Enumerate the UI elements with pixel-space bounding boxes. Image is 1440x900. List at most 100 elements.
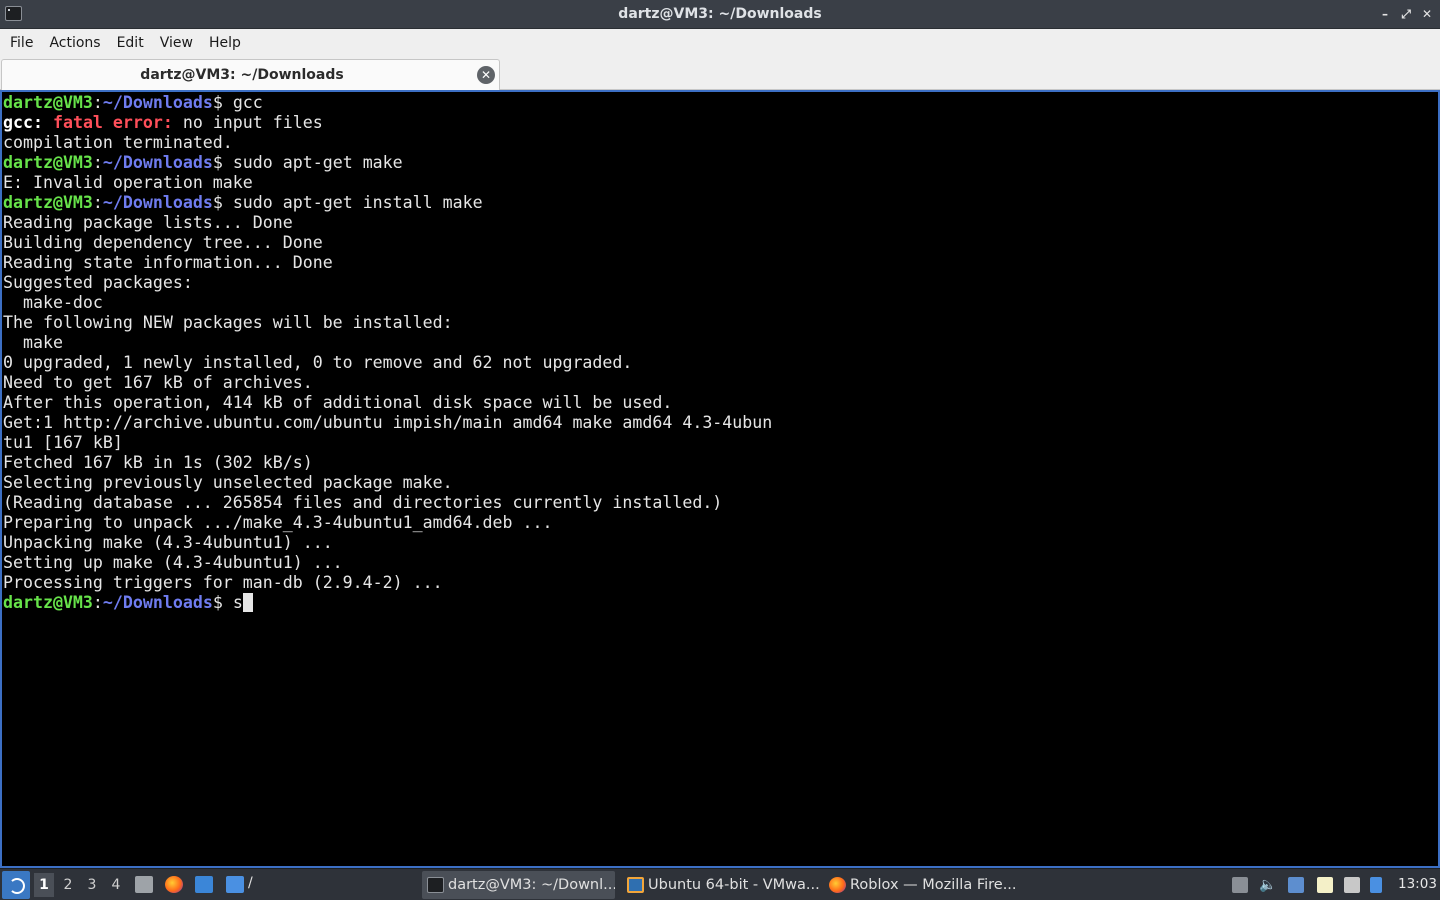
terminal-line: (Reading database ... 265854 files and d… <box>3 493 1438 513</box>
tray-arrow-icon[interactable] <box>1232 877 1248 893</box>
terminal-line: make <box>3 333 1438 353</box>
prompt-path: ~/Downloads <box>102 93 213 112</box>
maximize-button[interactable]: ⤢ <box>1398 6 1414 22</box>
output-text: Suggested packages: <box>3 273 193 292</box>
terminal-line: tu1 [167 kB] <box>3 433 1438 453</box>
menu-edit[interactable]: Edit <box>109 29 152 57</box>
terminal-output[interactable]: dartz@VM3:~/Downloads$ gcc gcc: fatal err… <box>0 90 1440 868</box>
error-message: no input files <box>172 113 323 132</box>
task-label: Ubuntu 64-bit - VMwa... <box>648 877 820 893</box>
prompt-path: ~/Downloads <box>102 153 213 172</box>
output-text: 0 upgraded, 1 newly installed, 0 to remo… <box>3 353 633 372</box>
output-text: Processing triggers for man-db (2.9.4-2)… <box>3 573 443 592</box>
menu-help[interactable]: Help <box>201 29 249 57</box>
task-firefox[interactable]: Roblox — Mozilla Fire... <box>824 871 1024 899</box>
output-text: Reading package lists... Done <box>3 213 293 232</box>
task-terminal[interactable]: dartz@VM3: ~/Downl... <box>422 871 615 899</box>
terminal-line: Processing triggers for man-db (2.9.4-2)… <box>3 573 1438 593</box>
command-text: sudo apt-get install make <box>222 193 483 212</box>
menu-actions[interactable]: Actions <box>41 29 108 57</box>
workspace-1[interactable]: 1 <box>34 873 54 897</box>
terminal-line: Building dependency tree... Done <box>3 233 1438 253</box>
output-text: make <box>3 333 63 352</box>
workspace-2[interactable]: 2 <box>58 873 78 897</box>
output-text: Need to get 167 kB of archives. <box>3 373 313 392</box>
window-titlebar[interactable]: dartz@VM3: ~/Downloads – ⤢ ✕ <box>0 0 1440 29</box>
output-text: E: Invalid operation make <box>3 173 253 192</box>
output-text: (Reading database ... 265854 files and d… <box>3 493 723 512</box>
output-text: Selecting previously unselected package … <box>3 473 453 492</box>
vmware-icon <box>627 877 644 893</box>
prompt-separator: : <box>92 193 103 212</box>
volume-icon[interactable]: 🔈 <box>1259 877 1276 893</box>
output-text: Building dependency tree... Done <box>3 233 323 252</box>
clock[interactable]: 13:03 <box>1398 876 1437 892</box>
terminal-line: dartz@VM3:~/Downloads$ s <box>3 593 1438 613</box>
display-icon[interactable] <box>1344 877 1360 893</box>
error-source: gcc: <box>3 113 43 132</box>
error-label: fatal error: <box>52 113 173 132</box>
window-title: dartz@VM3: ~/Downloads <box>618 6 822 22</box>
prompt-user-host: dartz@VM3 <box>3 153 93 172</box>
terminal-line: Preparing to unpack .../make_4.3-4ubuntu… <box>3 513 1438 533</box>
terminal-line: Reading package lists... Done <box>3 213 1438 233</box>
firefox-icon <box>829 877 846 893</box>
clipboard-icon[interactable] <box>1317 877 1333 893</box>
close-button[interactable]: ✕ <box>1419 6 1435 22</box>
output-text: Setting up make (4.3-4ubuntu1) ... <box>3 553 343 572</box>
workspace-3[interactable]: 3 <box>82 873 102 897</box>
terminal-line: dartz@VM3:~/Downloads$ gcc <box>3 93 1438 113</box>
terminal-line: The following NEW packages will be insta… <box>3 313 1438 333</box>
prompt-path: ~/Downloads <box>102 593 213 612</box>
terminal-line: gcc: fatal error: no input files <box>3 113 1438 133</box>
folder-path-label[interactable]: / <box>248 875 253 891</box>
terminal-line: Fetched 167 kB in 1s (302 kB/s) <box>3 453 1438 473</box>
cursor <box>242 593 253 612</box>
tab-bar: dartz@VM3: ~/Downloads ✕ <box>0 57 1440 90</box>
task-vmware[interactable]: Ubuntu 64-bit - VMwa... <box>622 871 820 899</box>
workspace-4[interactable]: 4 <box>106 873 126 897</box>
prompt-separator: : <box>92 93 103 112</box>
output-text: The following NEW packages will be insta… <box>3 313 453 332</box>
minimize-button[interactable]: – <box>1377 6 1393 22</box>
terminal-line: compilation terminated. <box>3 133 1438 153</box>
prompt-symbol: $ <box>212 193 223 212</box>
terminal-line: E: Invalid operation make <box>3 173 1438 193</box>
command-text: s <box>222 593 243 612</box>
prompt-user-host: dartz@VM3 <box>3 93 93 112</box>
output-text: tu1 [167 kB] <box>3 433 123 452</box>
menu-view[interactable]: View <box>152 29 201 57</box>
file-manager-icon[interactable] <box>135 876 153 893</box>
terminal-line: Suggested packages: <box>3 273 1438 293</box>
output-text: After this operation, 414 kB of addition… <box>3 393 673 412</box>
folder-icon[interactable] <box>226 876 244 893</box>
taskbar: 1 2 3 4 / dartz@VM3: ~/Downl... Ubuntu 6… <box>0 868 1440 900</box>
task-label: dartz@VM3: ~/Downl... <box>448 877 615 893</box>
output-text: compilation terminated. <box>3 133 233 152</box>
firefox-launcher-icon[interactable] <box>165 876 183 893</box>
tab-close-icon[interactable]: ✕ <box>477 66 495 84</box>
terminal-line: 0 upgraded, 1 newly installed, 0 to remo… <box>3 353 1438 373</box>
command-text: gcc <box>222 93 263 112</box>
prompt-symbol: $ <box>212 153 223 172</box>
prompt-user-host: dartz@VM3 <box>3 593 93 612</box>
output-text: Preparing to unpack .../make_4.3-4ubuntu… <box>3 513 553 532</box>
prompt-symbol: $ <box>212 93 223 112</box>
notification-icon[interactable] <box>1370 877 1382 893</box>
start-menu-icon[interactable] <box>2 871 30 899</box>
tab-terminal[interactable]: dartz@VM3: ~/Downloads ✕ <box>1 59 500 90</box>
desktop-icon[interactable] <box>195 876 213 893</box>
terminal-icon <box>427 877 444 893</box>
menu-file[interactable]: File <box>2 29 41 57</box>
prompt-path: ~/Downloads <box>102 193 213 212</box>
prompt-user-host: dartz@VM3 <box>3 193 93 212</box>
terminal-line: After this operation, 414 kB of addition… <box>3 393 1438 413</box>
terminal-line: Need to get 167 kB of archives. <box>3 373 1438 393</box>
tab-label: dartz@VM3: ~/Downloads <box>140 67 344 83</box>
terminal-line: Setting up make (4.3-4ubuntu1) ... <box>3 553 1438 573</box>
terminal-line: Reading state information... Done <box>3 253 1438 273</box>
command-text: sudo apt-get make <box>222 153 403 172</box>
prompt-separator: : <box>92 153 103 172</box>
network-icon[interactable] <box>1288 877 1304 893</box>
